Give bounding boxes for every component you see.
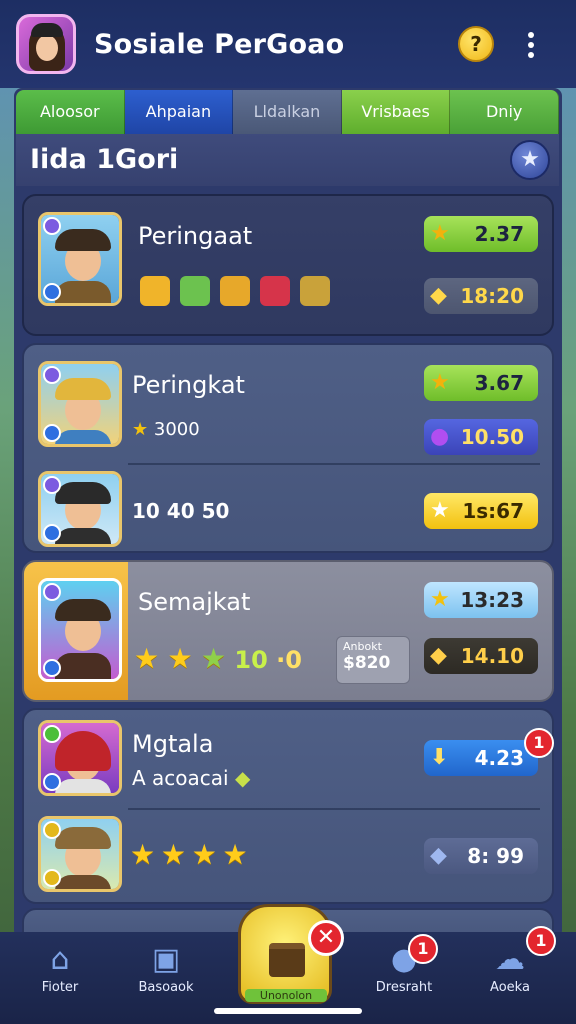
entry-name: Peringkat — [132, 371, 245, 399]
star-rating: ★ ★ ★ ★ — [130, 840, 248, 870]
gem-pill: ● 10.50 — [424, 419, 538, 455]
star-icon: ★ — [430, 370, 450, 395]
time-pill: ★ 13:23 — [424, 582, 538, 618]
divider — [128, 808, 540, 810]
tab-lldalkan[interactable]: Lldalkan — [233, 90, 342, 134]
value-pill: ◆ 14.10 — [424, 638, 538, 674]
question-icon[interactable]: ? — [458, 26, 494, 62]
value-pill: ◆ 8: 99 — [424, 838, 538, 874]
price-box[interactable]: Anbokt $820 — [336, 636, 410, 684]
star-rating: ★ ★ ★ 10 ·0 — [134, 642, 302, 675]
list-item-highlighted[interactable]: Semajkat ★ ★ ★ 10 ·0 Anbokt $820 ★ 13:23… — [22, 560, 554, 702]
star-icon: ★ — [134, 642, 160, 675]
arrow-down-icon: ⬇ — [430, 745, 449, 770]
top-bar: Sosiale PerGoao ? — [0, 0, 576, 88]
section-header: Iida 1Gori ★ — [16, 134, 559, 186]
score-pill: ★ 1s:67 — [424, 493, 538, 529]
tab-bar: Aloosor Ahpaian Lldalkan Vrisbaes Dniy — [16, 90, 559, 134]
diamond-icon: ◆ — [430, 843, 447, 868]
entry-subline: ★ 3000 — [132, 419, 200, 440]
list-item[interactable]: Peringaat ★ 2.37 ◆ 18:20 — [22, 194, 554, 336]
notification-badge: 1 — [408, 934, 438, 964]
character-portrait[interactable] — [38, 471, 122, 547]
nav-item-fioter[interactable]: ⌂ Fioter — [10, 940, 110, 995]
score-pill: ★ 3.67 — [424, 365, 538, 401]
home-indicator — [214, 1008, 362, 1014]
entry-name: Semajkat — [138, 588, 251, 616]
home-icon: ⌂ — [50, 942, 70, 977]
potion-icon — [180, 276, 210, 306]
key-icon — [220, 276, 250, 306]
star-icon: ★ — [430, 587, 450, 612]
time-pill: ◆ 18:20 — [424, 278, 538, 314]
entry-value: 10 40 50 — [132, 499, 230, 523]
more-vertical-icon[interactable] — [522, 30, 540, 60]
entry-subline: A acoacai ◆ — [132, 766, 251, 790]
character-portrait[interactable] — [38, 212, 122, 306]
notification-badge: 1 — [526, 926, 556, 956]
tab-aloosor[interactable]: Aloosor — [16, 90, 125, 134]
section-title: Iida 1Gori — [30, 144, 179, 175]
nav-item-dresraht[interactable]: ● Dresraht — [354, 940, 454, 995]
tab-ahpaian[interactable]: Ahpaian — [124, 90, 234, 134]
coin-icon: ★ — [132, 419, 149, 440]
star-icon: ★ — [160, 838, 186, 871]
app-title: Sosiale PerGoao — [94, 28, 345, 60]
star-icon: ★ — [200, 642, 227, 675]
character-portrait[interactable] — [38, 578, 122, 682]
tab-vrisbaes[interactable]: Vrisbaes — [341, 90, 451, 134]
star-icon: ★ — [222, 838, 248, 871]
item-row — [140, 276, 330, 306]
document-icon: ▣ — [151, 942, 181, 977]
list-item[interactable]: Mgtala A acoacai ◆ ⬇ 4.23 1 ★ ★ ★ ★ ◆ 8:… — [22, 708, 554, 904]
star-icon: ★ — [167, 642, 193, 675]
scroll-icon — [140, 276, 170, 306]
tab-dniy[interactable]: Dniy — [450, 90, 559, 134]
notification-badge: 1 — [524, 728, 554, 758]
diamond-icon: ◆ — [430, 283, 447, 308]
star-icon: ★ — [191, 838, 217, 871]
star-icon: ★ — [130, 838, 156, 871]
diamond-icon: ◆ — [430, 643, 447, 668]
character-portrait[interactable] — [38, 720, 122, 796]
person-icon: ● — [390, 942, 418, 977]
rank-pill: ⬇ 4.23 — [424, 740, 538, 776]
entry-name: Peringaat — [138, 222, 253, 250]
crate-icon — [269, 943, 305, 977]
list-item[interactable]: Peringkat ★ 3000 ★ 3.67 ● 10.50 10 40 50… — [22, 343, 554, 553]
star-icon: ★ — [430, 498, 450, 523]
character-portrait[interactable] — [38, 816, 122, 892]
star-icon: ★ — [430, 221, 450, 246]
player-avatar[interactable] — [16, 14, 76, 74]
gem-icon: ◆ — [234, 766, 251, 790]
star-icon[interactable]: ★ — [510, 140, 550, 180]
divider — [128, 463, 540, 465]
score-pill: ★ 2.37 — [424, 216, 538, 252]
entry-name: Mgtala — [132, 730, 214, 758]
close-icon[interactable]: ✕ — [308, 920, 344, 956]
gem-icon — [260, 276, 290, 306]
character-portrait[interactable] — [38, 361, 122, 447]
gem-icon: ● — [430, 424, 450, 449]
coin-icon — [300, 276, 330, 306]
nav-item-basoaok[interactable]: ▣ Basoaok — [116, 940, 216, 995]
